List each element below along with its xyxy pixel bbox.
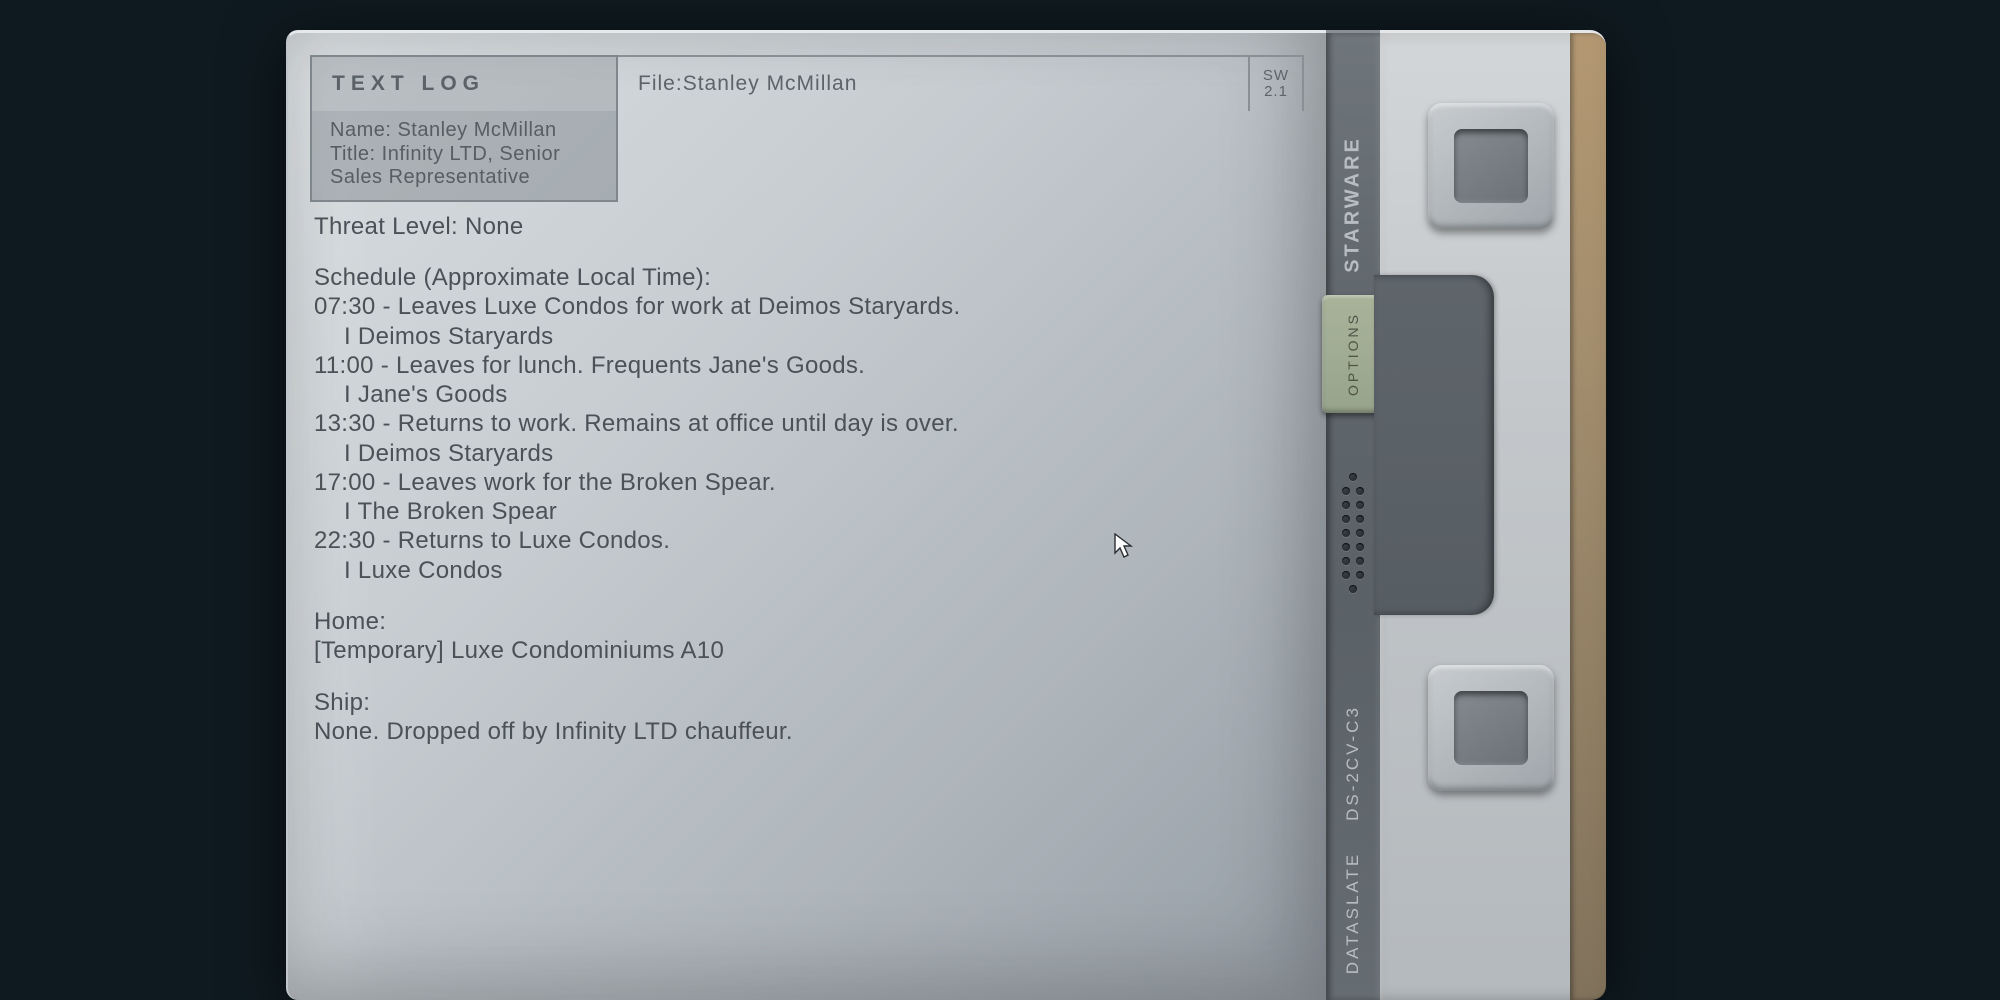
file-prefix: File: [638, 72, 683, 96]
schedule-entry: 13:30 - Returns to work. Remains at offi… [314, 409, 1286, 438]
schedule-location: I Deimos Staryards [314, 439, 1286, 468]
threat-level-line: Threat Level: None [314, 212, 1286, 241]
device-spine: STARWARE OPTIONS DS-2CV-C3 DATASLATE [1326, 30, 1380, 1000]
chassis-cutout [1374, 275, 1494, 615]
hardware-button-top[interactable] [1428, 103, 1554, 229]
file-name: Stanley McMillan [683, 72, 858, 96]
dataslate-device: TEXT LOG File: Stanley McMillan SW 2.1 N… [286, 30, 1606, 1000]
sw-version: 2.1 [1264, 84, 1288, 101]
schedule-entry: 22:30 - Returns to Luxe Condos. [314, 526, 1286, 555]
home-heading: Home: [314, 607, 1286, 636]
subject-meta-box: Name: Stanley McMillan Title: Infinity L… [310, 111, 618, 202]
home-value: [Temporary] Luxe Condominiums A10 [314, 636, 1286, 665]
schedule-entry: 11:00 - Leaves for lunch. Frequents Jane… [314, 351, 1286, 380]
tab-text-log[interactable]: TEXT LOG [310, 55, 618, 111]
model-prefix: DATASLATE [1343, 852, 1363, 974]
ship-heading: Ship: [314, 688, 1286, 717]
file-title-bar: File: Stanley McMillan [618, 55, 1250, 111]
hardware-button-bottom[interactable] [1428, 665, 1554, 791]
schedule-entry: 17:00 - Leaves work for the Broken Spear… [314, 468, 1286, 497]
schedule-entry: 07:30 - Leaves Luxe Condos for work at D… [314, 292, 1286, 321]
software-version-badge: SW 2.1 [1250, 55, 1304, 111]
device-chassis [1380, 30, 1606, 1000]
ship-value: None. Dropped off by Infinity LTD chauff… [314, 717, 1286, 746]
chassis-edge [1570, 33, 1606, 1000]
schedule-location: I Luxe Condos [314, 556, 1286, 585]
screen: TEXT LOG File: Stanley McMillan SW 2.1 N… [286, 30, 1326, 1000]
schedule-location: I The Broken Spear [314, 497, 1286, 526]
speaker-grille [1338, 473, 1368, 599]
home-section: Home: [Temporary] Luxe Condominiums A10 [314, 607, 1286, 666]
subject-name-line: Name: Stanley McMillan [330, 119, 600, 143]
schedule-heading: Schedule (Approximate Local Time): [314, 263, 1286, 292]
brand-label: STARWARE [1342, 136, 1365, 273]
model-number: DS-2CV-C3 [1343, 705, 1363, 821]
hardware-side: STARWARE OPTIONS DS-2CV-C3 DATASLATE [1326, 30, 1606, 1000]
options-label: OPTIONS [1345, 312, 1361, 396]
schedule-location: I Deimos Staryards [314, 322, 1286, 351]
tab-text-log-label: TEXT LOG [332, 72, 485, 96]
schedule-section: Schedule (Approximate Local Time): 07:30… [314, 263, 1286, 585]
header-row: TEXT LOG File: Stanley McMillan SW 2.1 [310, 55, 1304, 111]
subject-title-line: Title: Infinity LTD, Senior Sales Repres… [330, 143, 600, 190]
log-body: Threat Level: None Schedule (Approximate… [288, 202, 1326, 746]
sw-label: SW [1263, 68, 1289, 85]
schedule-location: I Jane's Goods [314, 380, 1286, 409]
ship-section: Ship: None. Dropped off by Infinity LTD … [314, 688, 1286, 747]
